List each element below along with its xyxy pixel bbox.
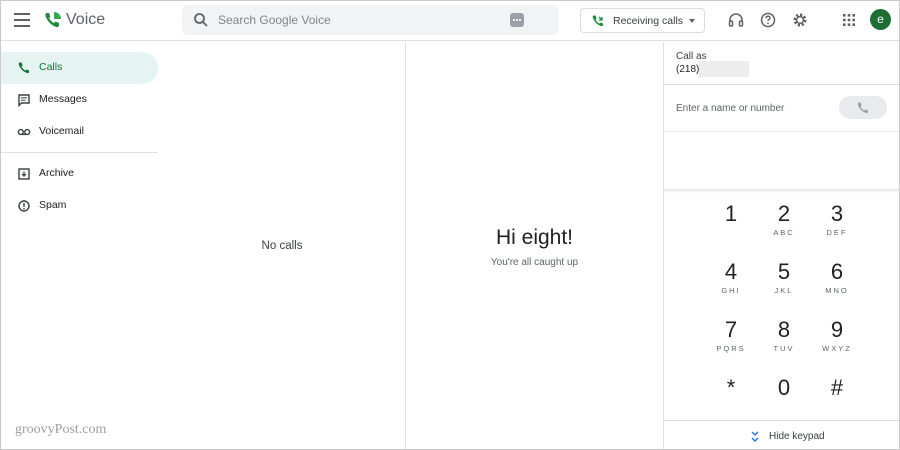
calls-list-panel: No calls: [159, 42, 405, 449]
dial-number-input[interactable]: [676, 100, 836, 116]
key-letters: WXYZ: [822, 344, 852, 353]
dialer-divider: [664, 420, 899, 421]
menu-bar: [14, 25, 30, 27]
dot: [516, 19, 518, 21]
sidebar-item-calls[interactable]: Calls: [1, 52, 158, 84]
keypad-key-7[interactable]: 7 PQRS: [706, 318, 756, 368]
phone-forward-icon: [592, 15, 603, 27]
search-bar[interactable]: [182, 5, 559, 35]
key-letters: TUV: [773, 344, 795, 353]
dialpad-shortcut-icon[interactable]: [510, 13, 524, 27]
spam-icon: [18, 200, 30, 212]
phone-icon: [857, 102, 868, 114]
headset-icon[interactable]: [727, 11, 745, 29]
receiving-calls-label: Receiving calls: [613, 15, 684, 27]
collapse-chevrons-icon: [751, 431, 759, 442]
dialer-panel: Call as (218) 1 2ABC 3DEF 4GHI 5JKL 6MNO…: [664, 42, 899, 449]
voice-app-window: Voice Receiving calls: [0, 0, 900, 450]
key-digit: *: [726, 375, 736, 400]
phone-icon: [18, 62, 29, 74]
keypad-key-9[interactable]: 9 WXYZ: [812, 318, 862, 368]
key-digit: 0: [777, 375, 791, 400]
menu-bar: [14, 19, 30, 21]
caught-up-subtitle: You're all caught up: [490, 257, 579, 268]
key-digit: 7: [724, 317, 738, 342]
search-input[interactable]: [218, 11, 498, 29]
sidebar-item-label: Calls: [39, 61, 63, 73]
message-icon: [18, 94, 30, 107]
receiving-calls-dropdown[interactable]: Receiving calls: [580, 8, 705, 33]
archive-icon: [18, 168, 30, 180]
top-bar: Voice Receiving calls: [1, 1, 899, 41]
sidebar-item-label: Archive: [39, 167, 75, 179]
keypad-key-6[interactable]: 6 MNO: [812, 260, 862, 310]
gear-icon[interactable]: [791, 11, 809, 29]
account-avatar[interactable]: e: [870, 9, 891, 30]
keypad-top-edge: [664, 189, 899, 193]
hide-keypad-label: Hide keypad: [769, 431, 825, 442]
key-digit: 2: [777, 201, 791, 226]
call-as-number[interactable]: (218): [676, 64, 699, 75]
key-letters: MNO: [825, 286, 849, 295]
key-letters: ABC: [773, 228, 795, 237]
sidebar-divider: [1, 152, 158, 153]
keypad-key-1[interactable]: 1: [706, 202, 756, 252]
key-digit: #: [830, 375, 844, 400]
key-letters: GHI: [721, 286, 741, 295]
key-digit: 5: [777, 259, 791, 284]
key-letters: PQRS: [716, 344, 746, 353]
keypad-key-star[interactable]: *: [706, 376, 756, 426]
redacted-number-block: [699, 61, 749, 77]
key-digit: 4: [724, 259, 738, 284]
chevron-down-icon: [689, 19, 695, 23]
key-digit: 1: [724, 201, 738, 226]
menu-bar: [14, 13, 30, 15]
dot: [519, 19, 521, 21]
app-title: Voice: [66, 11, 106, 28]
keypad-key-hash[interactable]: #: [812, 376, 862, 426]
sidebar-nav: Calls Messages Voicemail Archive Spam: [1, 42, 159, 449]
apps-grid-icon[interactable]: [840, 11, 858, 29]
watermark: groovyPost.com: [15, 422, 107, 437]
dot: [513, 19, 515, 21]
empty-calls-message: No calls: [261, 240, 303, 252]
sidebar-item-archive[interactable]: Archive: [1, 158, 158, 190]
main-menu-button[interactable]: [14, 13, 30, 27]
sidebar-item-label: Spam: [39, 199, 67, 211]
sidebar-item-label: Messages: [39, 93, 87, 105]
keypad-key-5[interactable]: 5 JKL: [759, 260, 809, 310]
sidebar-item-label: Voicemail: [39, 125, 84, 137]
dialer-divider: [664, 131, 899, 132]
help-icon[interactable]: [759, 11, 777, 29]
voicemail-icon: [17, 128, 31, 136]
key-digit: 9: [830, 317, 844, 342]
key-digit: 6: [830, 259, 844, 284]
keypad-key-8[interactable]: 8 TUV: [759, 318, 809, 368]
dialer-divider: [664, 84, 899, 85]
greeting-title: Hi eight!: [495, 226, 574, 249]
call-button[interactable]: [839, 96, 887, 119]
sidebar-item-messages[interactable]: Messages: [1, 84, 158, 116]
keypad-key-4[interactable]: 4 GHI: [706, 260, 756, 310]
key-letters: JKL: [774, 286, 794, 295]
conversation-panel: Hi eight! You're all caught up: [406, 42, 663, 449]
search-icon: [194, 13, 208, 27]
voice-logo-icon: [45, 12, 61, 28]
hide-keypad-button[interactable]: Hide keypad: [750, 429, 860, 445]
keypad-key-3[interactable]: 3 DEF: [812, 202, 862, 252]
sidebar-item-voicemail[interactable]: Voicemail: [1, 116, 158, 148]
key-digit: 8: [777, 317, 791, 342]
keypad-key-2[interactable]: 2 ABC: [759, 202, 809, 252]
sidebar-item-spam[interactable]: Spam: [1, 190, 158, 222]
key-letters: DEF: [826, 228, 848, 237]
keypad-key-0[interactable]: 0: [759, 376, 809, 426]
key-digit: 3: [830, 201, 844, 226]
